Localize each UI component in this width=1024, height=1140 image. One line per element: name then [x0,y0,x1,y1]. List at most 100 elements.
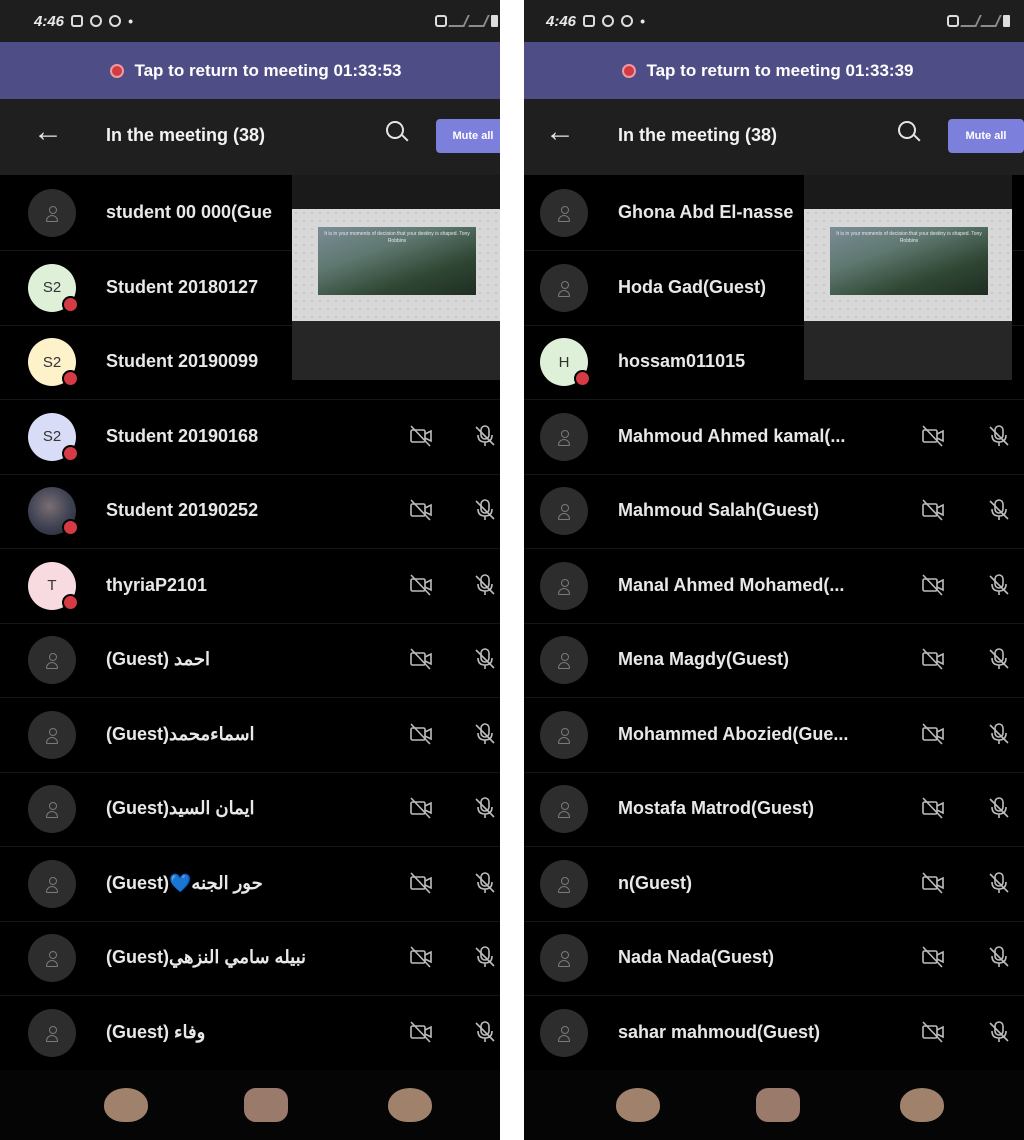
participant-name: Manal Ahmed Mohamed(... [618,574,845,595]
mic-muted-icon [986,423,1012,449]
participant-name: Student 20190252 [106,500,259,520]
participant-name: (Guest)نبيله سامي النزهي [106,947,307,967]
participant-row[interactable]: (Guest)ايمان السيد [0,771,512,847]
participant-name: Student 20190168 [106,425,259,446]
participant-row[interactable]: sahar mahmoud(Guest) [512,995,1024,1071]
heart-reaction-icon[interactable] [616,1088,660,1122]
signal-icon-2 [980,15,1002,27]
alarm-icon [435,15,447,27]
participant-name: (Guest)💙حور الجنه [106,872,263,893]
guest-avatar-icon [28,636,76,684]
guest-avatar-icon [540,636,588,684]
participant-row[interactable]: (Guest)نبيله سامي النزهي [0,920,512,996]
back-arrow-icon[interactable]: ← [540,115,580,149]
participant-row[interactable]: Mahmoud Ahmed kamal(... [512,399,1024,475]
bear-reaction-icon[interactable] [756,1088,800,1122]
heart-reaction-icon-2[interactable] [388,1088,432,1122]
gallery-icon [71,15,84,27]
participant-row[interactable]: Mostafa Matrod(Guest) [512,771,1024,847]
guest-avatar-icon [540,263,588,312]
camera-off-icon [408,721,434,747]
participant-row[interactable]: (Guest)💙حور الجنه [0,846,512,922]
guest-avatar-icon [540,1008,588,1057]
page-title: In the meeting (38) [106,125,266,145]
right-panel: 4:46 • Tap to return to meeting 01:33:39… [512,0,1024,1140]
participant-row[interactable]: Nada Nada(Guest) [512,920,1024,996]
avatar: T [28,561,79,611]
signal-icon [960,15,982,27]
reactions-bar [512,1070,1024,1140]
preview-bar [292,321,500,380]
search-icon[interactable] [382,117,412,147]
return-to-meeting-banner[interactable]: Tap to return to meeting 01:33:53 [0,42,512,99]
participant-row[interactable]: Mahmoud Salah(Guest) [512,473,1024,549]
participant-name: (Guest) احمد [106,649,210,669]
return-to-meeting-banner[interactable]: Tap to return to meeting 01:33:39 [512,42,1024,99]
heart-reaction-icon[interactable] [104,1088,148,1122]
participant-row[interactable]: S2 Student 20190168 [0,399,512,475]
participant-name: Mostafa Matrod(Guest) [618,798,815,818]
participant-row[interactable]: TthyriaP2101 [0,548,512,624]
bear-reaction-icon[interactable] [244,1088,288,1122]
avatar: H [540,338,591,387]
heart-reaction-icon-2[interactable] [900,1088,944,1122]
participant-name: (Guest)اسماءمحمد [106,723,255,744]
guest-avatar-icon [540,785,588,833]
participant-name: n(Guest) [618,872,692,893]
guest-avatar-icon [540,934,588,982]
guest-avatar-icon [540,710,588,759]
mic-muted-icon [986,572,1012,598]
participant-name: student 00 000(Gue [106,202,273,222]
participant-name: hossam011015 [618,351,746,371]
status-bar: 4:46 • [512,0,1024,42]
participant-row[interactable]: (Guest) احمد [0,622,512,698]
shared-screen-preview[interactable]: It is in your moments of decision that y… [292,175,500,380]
participant-row[interactable]: Mena Magdy(Guest) [512,622,1024,698]
camera-off-icon [408,423,434,449]
mic-muted-icon [472,572,498,598]
slide: It is in your moments of decision that y… [804,209,1012,321]
slide-quote: It is in your moments of decision that y… [836,231,982,244]
participant-row[interactable]: Student 20190252 [0,473,512,549]
participant-row[interactable]: n(Guest) [512,846,1024,922]
camera-off-icon [920,497,946,523]
mic-muted-icon [986,870,1012,896]
recording-icon [622,63,637,78]
guest-avatar-icon [28,934,76,982]
mic-muted-icon [472,795,498,821]
participant-name: Student 20190099 [106,351,259,371]
guest-avatar-icon [540,412,588,461]
mic-muted-icon [472,1019,498,1045]
participant-row[interactable]: (Guest) وفاء [0,995,512,1071]
mic-muted-icon [472,646,498,672]
avatar-initials: H [558,353,570,371]
camera-off-icon [408,572,434,598]
gallery-icon [583,15,596,27]
whatsapp-icon [90,15,103,27]
participant-name: (Guest) وفاء [106,1021,206,1042]
participant-row[interactable]: Manal Ahmed Mohamed(... [512,548,1024,624]
mute-all-button[interactable]: Mute all [436,119,510,153]
guest-avatar-icon [28,859,76,908]
search-icon[interactable] [894,117,924,147]
guest-avatar-icon [28,1008,76,1057]
slide: It is in your moments of decision that y… [292,209,500,321]
banner-text: Tap to return to meeting 01:33:53 [134,60,402,80]
mic-muted-icon [986,721,1012,747]
shared-screen-preview[interactable]: It is in your moments of decision that y… [804,175,1012,380]
presence-dot [62,519,79,536]
participant-name: thyriaP2101 [106,574,208,595]
participant-name: Ghona Abd El-nasse [618,202,794,222]
battery-icon [1003,15,1010,27]
back-arrow-icon[interactable]: ← [28,115,68,149]
more-notifications-dot: • [128,13,133,29]
mic-muted-icon [472,944,498,970]
guest-avatar-icon [540,859,588,908]
participant-row[interactable]: Mohammed Abozied(Gue... [512,697,1024,773]
participant-row[interactable]: (Guest)اسماءمحمد [0,697,512,773]
participant-name: Mena Magdy(Guest) [618,649,790,669]
avatar: S2 [28,263,79,313]
mic-muted-icon [986,646,1012,672]
signal-icon [448,15,470,27]
mute-all-button[interactable]: Mute all [948,119,1024,153]
